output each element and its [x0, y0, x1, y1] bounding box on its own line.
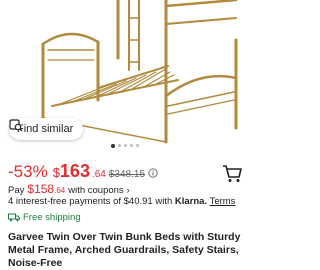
pay-prefix: Pay: [8, 185, 25, 196]
product-title[interactable]: Garvee Twin Over Twin Bunk Beds with Stu…: [8, 231, 250, 270]
price-currency: $: [52, 165, 60, 180]
price-row: -53% $ 163 .64 $348.15: [8, 161, 158, 182]
find-similar-button[interactable]: Find similar: [9, 118, 84, 140]
original-price: $348.15: [108, 169, 146, 180]
add-to-cart-icon[interactable]: [221, 163, 243, 183]
discount-badge: -53%: [8, 162, 48, 181]
coupon-price-cents: .64: [54, 186, 66, 195]
carousel-dot[interactable]: [111, 143, 115, 148]
installment-row: 4 interest-free payments of $40.91 with …: [8, 196, 235, 207]
coupon-currency: $: [27, 182, 35, 196]
carousel-dot[interactable]: [124, 144, 127, 147]
free-shipping-badge: Free shipping: [8, 212, 81, 223]
carousel-dot[interactable]: [130, 144, 133, 147]
carousel-indicator: [0, 143, 250, 148]
product-image[interactable]: Find similar: [0, 0, 250, 150]
klarna-logo: Klarna.: [174, 196, 208, 207]
image-search-icon: [9, 119, 23, 132]
sale-price: 163: [59, 161, 90, 181]
sale-price-cents: .64: [91, 169, 106, 180]
free-shipping-label: Free shipping: [23, 212, 81, 223]
coupon-suffix: with coupons: [68, 185, 124, 196]
carousel-dot[interactable]: [136, 144, 139, 147]
coupon-price-row[interactable]: Pay $ 158 .64 with coupons ›: [8, 182, 130, 196]
coupon-price: 158: [34, 182, 55, 196]
find-similar-label: Find similar: [17, 123, 74, 135]
info-icon[interactable]: [148, 168, 158, 178]
installment-text: 4 interest-free payments of $40.91 with: [8, 196, 173, 207]
chevron-right-icon: ›: [126, 185, 130, 195]
carousel-dot[interactable]: [118, 144, 121, 147]
terms-link[interactable]: Terms: [210, 196, 236, 207]
truck-icon: [8, 213, 20, 222]
